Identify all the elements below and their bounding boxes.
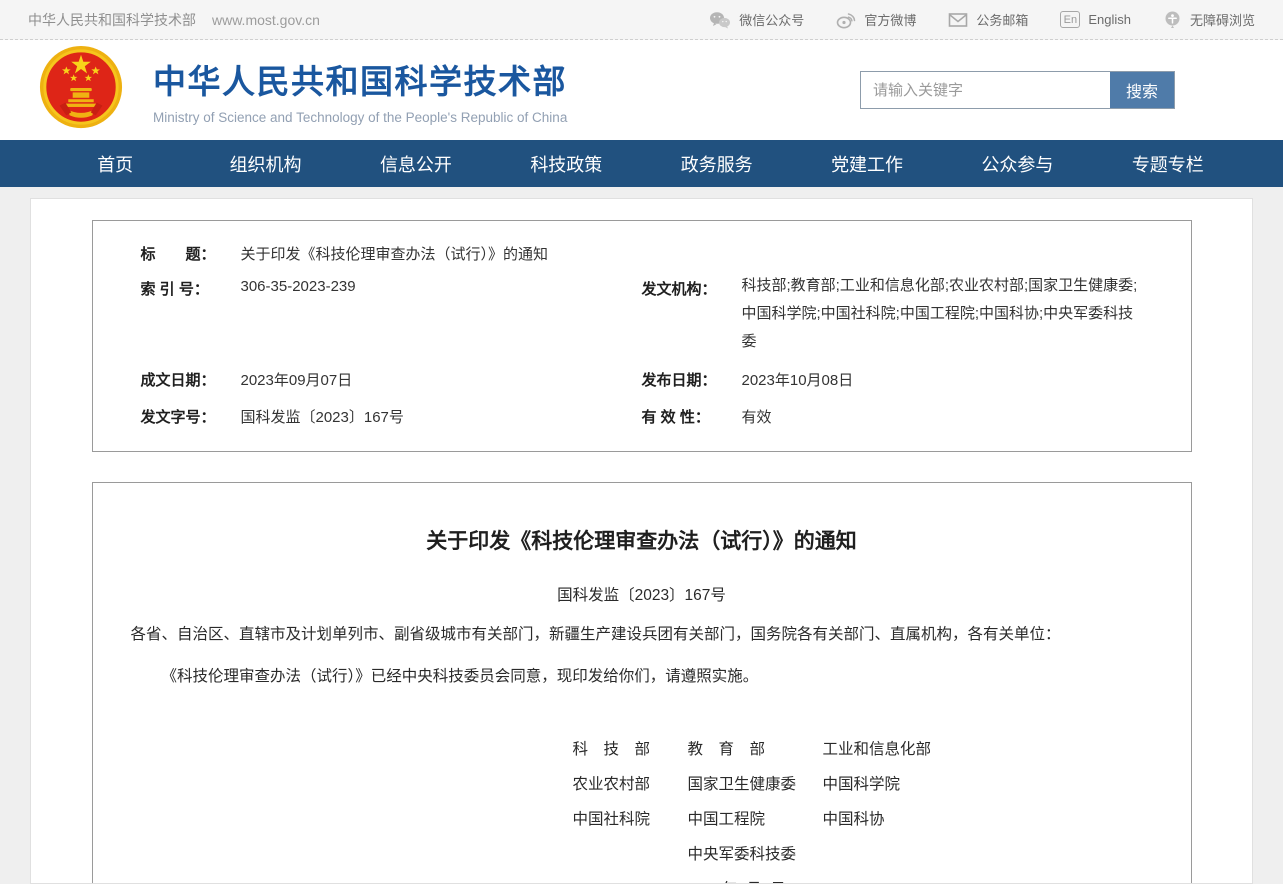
signature-cell: 科 技 部 — [573, 737, 688, 772]
ministry-title: 中华人民共和国科学技术部 — [153, 55, 567, 103]
meta-value-doc-no: 国科发监〔2023〕167号 — [241, 406, 404, 427]
signature-cell — [823, 877, 1153, 884]
site-header: 中华人民共和国科学技术部 Ministry of Science and Tec… — [0, 40, 1283, 140]
document-number: 国科发监〔2023〕167号 — [131, 583, 1153, 605]
national-emblem-logo — [37, 45, 125, 136]
signature-row: 科 技 部 教 育 部 工业和信息化部 — [573, 737, 1153, 772]
meta-value-written-date: 2023年09月07日 — [241, 369, 353, 390]
site-url[interactable]: www.most.gov.cn — [212, 12, 320, 28]
accessibility-label: 无障碍浏览 — [1190, 10, 1255, 29]
signature-cell: 国家卫生健康委 — [688, 772, 823, 807]
nav-item-home[interactable]: 首页 — [40, 140, 190, 187]
document-content: 关于印发《科技伦理审查办法（试行）》的通知 国科发监〔2023〕167号 各省、… — [92, 482, 1192, 884]
mail-link[interactable]: 公务邮箱 — [948, 10, 1028, 29]
ministry-title-english: Ministry of Science and Technology of th… — [153, 110, 567, 125]
document-title: 关于印发《科技伦理审查办法（试行）》的通知 — [131, 525, 1153, 555]
english-link[interactable]: En English — [1060, 11, 1131, 28]
meta-col-written-date: 成文日期： 2023年09月07日 — [141, 369, 642, 390]
signature-cell: 中国科学院 — [823, 772, 1153, 807]
mail-label: 公务邮箱 — [976, 10, 1028, 29]
document-paragraph: 各省、自治区、直辖市及计划单列市、副省级城市有关部门，新疆生产建设兵团有关部门，… — [131, 623, 1153, 647]
search-input[interactable] — [861, 72, 1110, 108]
nav-item-organization[interactable]: 组织机构 — [190, 140, 340, 187]
signature-cell: 中央军委科技委 — [688, 842, 823, 877]
search-button[interactable]: 搜索 — [1110, 72, 1174, 108]
meta-label-doc-no: 发文字号： — [141, 406, 241, 427]
signature-cell — [573, 877, 688, 884]
wechat-icon — [709, 11, 731, 29]
meta-label-org: 发文机构： — [642, 278, 742, 355]
meta-col-org: 发文机构： 科技部;教育部;工业和信息化部;农业农村部;国家卫生健康委;中国科学… — [642, 278, 1143, 355]
document-paragraph: 《科技伦理审查办法（试行）》已经中央科技委员会同意，现印发给你们，请遵照实施。 — [131, 665, 1153, 689]
signature-row: 中国社科院 中国工程院 中国科协 — [573, 807, 1153, 842]
weibo-label: 官方微博 — [864, 10, 916, 29]
signature-cell — [573, 842, 688, 877]
meta-col-index: 索 引 号： 306-35-2023-239 — [141, 278, 642, 355]
page-background: 标 题： 关于印发《科技伦理审查办法（试行）》的通知 索 引 号： 306-35… — [0, 187, 1283, 884]
search-box: 搜索 — [860, 71, 1175, 109]
nav-item-party-building[interactable]: 党建工作 — [792, 140, 942, 187]
meta-value-org: 科技部;教育部;工业和信息化部;农业农村部;国家卫生健康委;中国科学院;中国社科… — [742, 272, 1140, 355]
nav-item-info-disclosure[interactable]: 信息公开 — [341, 140, 491, 187]
meta-col-publish-date: 发布日期： 2023年10月08日 — [642, 369, 1143, 390]
nav-item-public-participation[interactable]: 公众参与 — [942, 140, 1092, 187]
signature-cell: 教 育 部 — [688, 737, 823, 772]
topbar-links: 微信公众号 官方微博 公务邮箱 En — [709, 10, 1255, 29]
header-titles: 中华人民共和国科学技术部 Ministry of Science and Tec… — [153, 55, 567, 125]
weibo-icon — [836, 11, 856, 29]
nav-item-special-topics[interactable]: 专题专栏 — [1093, 140, 1243, 187]
signature-date-row: 2023年9月7日 — [573, 877, 1153, 884]
meta-row-dates: 成文日期： 2023年09月07日 发布日期： 2023年10月08日 — [141, 361, 1143, 398]
meta-label-written-date: 成文日期： — [141, 369, 241, 390]
meta-label-title: 标 题： — [141, 243, 241, 264]
site-identity: 中华人民共和国科学技术部 www.most.gov.cn — [28, 10, 320, 30]
meta-label-index: 索 引 号： — [141, 278, 241, 355]
wechat-label: 微信公众号 — [739, 10, 804, 29]
nav-item-gov-services[interactable]: 政务服务 — [642, 140, 792, 187]
accessibility-link[interactable]: 无障碍浏览 — [1163, 10, 1255, 29]
english-icon: En — [1060, 11, 1080, 28]
meta-label-publish-date: 发布日期： — [642, 369, 742, 390]
meta-label-validity: 有 效 性： — [642, 406, 742, 427]
signature-date: 2023年9月7日 — [688, 877, 823, 884]
meta-value-index: 306-35-2023-239 — [241, 278, 356, 355]
signature-cell: 中国社科院 — [573, 807, 688, 842]
signature-row: 农业农村部 国家卫生健康委 中国科学院 — [573, 772, 1153, 807]
signature-cell — [823, 842, 1153, 877]
wechat-link[interactable]: 微信公众号 — [709, 10, 804, 29]
meta-col-doc-no: 发文字号： 国科发监〔2023〕167号 — [141, 406, 642, 427]
main-container: 标 题： 关于印发《科技伦理审查办法（试行）》的通知 索 引 号： 306-35… — [30, 198, 1253, 884]
mail-icon — [948, 12, 968, 28]
main-nav: 首页 组织机构 信息公开 科技政策 政务服务 党建工作 公众参与 专题专栏 — [0, 140, 1283, 187]
weibo-link[interactable]: 官方微博 — [836, 10, 916, 29]
meta-row-index-org: 索 引 号： 306-35-2023-239 发文机构： 科技部;教育部;工业和… — [141, 272, 1143, 361]
meta-row-docno-validity: 发文字号： 国科发监〔2023〕167号 有 效 性： 有效 — [141, 398, 1143, 435]
nav-item-sci-tech-policy[interactable]: 科技政策 — [491, 140, 641, 187]
signature-cell: 中国科协 — [823, 807, 1153, 842]
meta-value-title: 关于印发《科技伦理审查办法（试行）》的通知 — [241, 243, 549, 264]
document-metadata-table: 标 题： 关于印发《科技伦理审查办法（试行）》的通知 索 引 号： 306-35… — [92, 220, 1192, 452]
english-label: English — [1088, 12, 1131, 27]
signature-block: 科 技 部 教 育 部 工业和信息化部 农业农村部 国家卫生健康委 中国科学院 … — [573, 737, 1153, 884]
meta-value-validity: 有效 — [742, 406, 772, 427]
signature-row: 中央军委科技委 — [573, 842, 1153, 877]
site-name: 中华人民共和国科学技术部 — [28, 10, 196, 30]
signature-cell: 中国工程院 — [688, 807, 823, 842]
meta-col-validity: 有 效 性： 有效 — [642, 406, 1143, 427]
signature-cell: 农业农村部 — [573, 772, 688, 807]
top-utility-bar: 中华人民共和国科学技术部 www.most.gov.cn 微信公众号 — [0, 0, 1283, 40]
accessibility-icon — [1163, 10, 1182, 29]
meta-value-publish-date: 2023年10月08日 — [742, 369, 854, 390]
meta-row-title: 标 题： 关于印发《科技伦理审查办法（试行）》的通知 — [141, 235, 1143, 272]
signature-cell: 工业和信息化部 — [823, 737, 1153, 772]
